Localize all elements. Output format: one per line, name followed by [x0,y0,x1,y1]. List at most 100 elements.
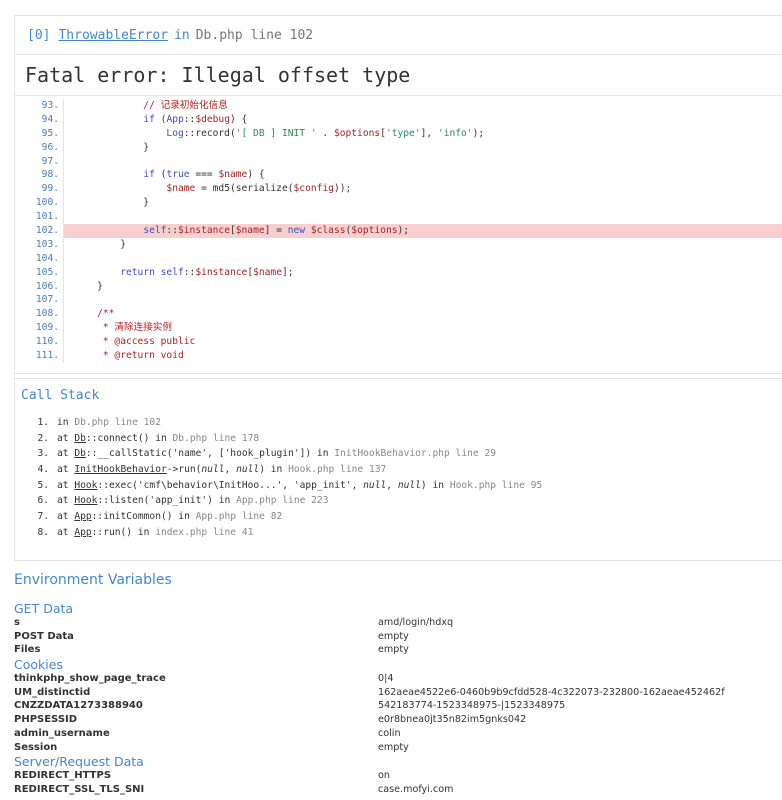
env-value: e0r8bnea0jt35n82im5gnks042 [378,714,527,726]
line-number: 106. [15,279,64,294]
line-number: 93. [15,99,64,113]
call-stack-file: Hook.php line 137 [288,464,387,476]
line-code: * @return void [74,350,184,362]
source-line: 95. Log::record('[ DB ] INIT ' . $option… [15,126,782,141]
env-key: admin_username [14,727,110,739]
env-value: colin [378,727,401,739]
line-code: * 清除连接实例 [74,322,172,334]
env-row: REDIRECT_SSL_TLS_SNI case.mofyi.com [14,783,782,797]
env-value: 162aeae4522e6-0460b9b9cfdd528-4c322073-2… [378,686,725,698]
env-row: POST Data empty [14,630,782,644]
env-row: Files empty [14,643,782,657]
call-stack-item: 6. at Hook::listen('app_init') in App.php… [35,493,542,509]
call-stack-index: 3. [37,448,49,460]
source-line: 93. // 记录初始化信息 [15,99,782,113]
source-line: 104. [15,251,782,266]
line-code: * @access public [74,336,196,348]
line-number: 111. [15,349,64,363]
env-value: 542183774-1523348975-|1523348975 [378,700,566,712]
exception-location: Db.php line 102 [195,27,314,43]
line-number: 109. [15,321,64,336]
line-number: 107. [15,293,64,308]
env-key: REDIRECT_HTTPS [14,770,112,782]
source-line: 109. * 清除连接实例 [15,321,782,336]
call-stack-class[interactable]: Hook [74,480,97,491]
env-key: PHPSESSID [14,714,78,726]
line-number: 103. [15,237,64,252]
call-stack-item: 5. at Hook::exec('cmf\behavior\InitHoo...… [35,478,542,494]
call-stack-file: Hook.php line 95 [449,479,543,491]
line-number: 101. [15,210,64,225]
env-row: thinkphp_show_page_trace 0|4 [14,672,782,686]
line-code: Log::record('[ DB ] INIT ' . $options['t… [166,127,485,139]
line-number: 108. [15,307,64,322]
line-code: // 记录初始化信息 [74,100,228,111]
env-value: case.mofyi.com [378,783,454,795]
line-number: 102. [15,224,64,238]
source-line: 101. [15,210,782,225]
line-code: } [74,141,150,153]
env-key: POST Data [14,630,74,642]
line-number: 98. [15,168,64,183]
call-stack-class[interactable]: Db [74,433,86,444]
call-stack-file: InitHookBehavior.php line 29 [334,448,496,460]
line-number: 100. [15,196,64,211]
exception-header: [0] ThrowableError in Db.php line 102 [15,16,782,55]
env-row: CNZZDATA1273388940 542183774-1523348975-|… [14,699,782,713]
env-value: on [378,770,390,782]
env-key: UM_distinctid [14,686,91,698]
line-number: 95. [15,126,64,141]
call-stack-index: 6. [37,495,49,507]
line-number: 110. [15,335,64,350]
source-line: 107. [15,293,782,308]
call-stack-file: Db.php line 102 [74,417,161,428]
call-stack-index: 5. [37,479,49,491]
line-code: self::$instance[$name] = new $class($opt… [64,224,782,238]
call-stack-item: 1. in Db.php line 102 [35,415,542,431]
source-line: 105. return self::$instance[$name]; [15,265,782,280]
source-line: 106. } [15,279,782,294]
source-line: 97. [15,154,782,169]
line-number: 97. [15,154,64,169]
line-code: } [74,280,103,292]
env-row: UM_distinctid 162aeae4522e6-0460b9b9cfdd5… [14,686,782,700]
call-stack-class[interactable]: App [74,527,91,538]
line-code: /** [74,308,115,320]
call-stack-panel: Call Stack 1. in Db.php line 102 2. at Db::… [14,378,782,561]
line-code: if (App::$debug) { [143,113,248,125]
call-stack-index: 1. [37,417,49,428]
exception-class-link[interactable]: ThrowableError [58,28,168,43]
call-stack-item: 8. at App::run() in index.php line 41 [35,525,542,541]
call-stack-index: 8. [37,526,49,538]
call-stack-call: ->run(null, null) in [166,464,289,476]
env-value: empty [378,644,409,656]
source-line: 98. if (true === $name) { [15,168,782,183]
environment-title: Environment Variables [14,572,172,588]
call-stack-file: Db.php line 178 [172,432,260,444]
line-code: } [74,238,126,250]
env-value: 0|4 [378,673,394,685]
line-code: } [74,197,150,209]
call-stack-call: ::initCommon() in [91,511,196,523]
line-number: 94. [15,112,64,127]
call-stack-class[interactable]: Db [74,448,86,459]
line-number: 104. [15,251,64,266]
line-number: 99. [15,182,64,197]
env-section-title: Server/Request Data [14,754,144,770]
call-stack-item: 7. at App::initCommon() in App.php line 8… [35,509,542,525]
call-stack-class[interactable]: App [74,511,91,522]
source-line-error: 102. self::$instance[$name] = new $class… [15,224,782,238]
env-row: REDIRECT_HTTPS on [14,769,782,783]
call-stack-title: Call Stack [21,388,100,403]
call-stack-item: 3. at Db::__callStatic('name', ['hook_plu… [35,446,542,462]
call-stack-class[interactable]: InitHookBehavior [74,464,166,475]
call-stack-call: ::exec('cmf\behavior\InitHoo...', 'app_i… [97,479,450,491]
call-stack-class[interactable]: Hook [74,495,97,506]
env-key: CNZZDATA1273388940 [14,700,143,712]
source-line: 110. * @access public [15,335,782,350]
env-section-title: GET Data [14,601,74,616]
env-value: amd/login/hdxq [378,617,454,628]
